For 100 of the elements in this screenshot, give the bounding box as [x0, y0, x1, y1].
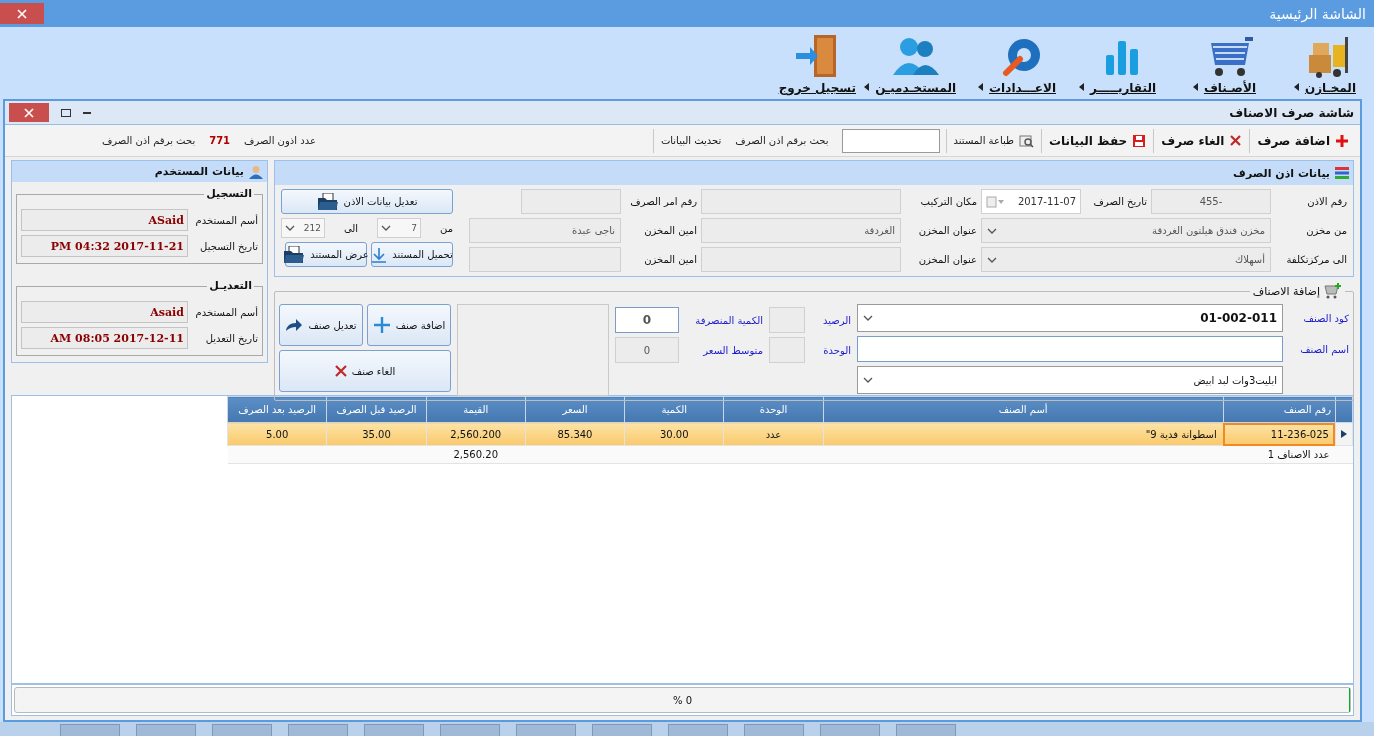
taskbar-button[interactable]: [592, 724, 652, 736]
item-name-field[interactable]: [857, 336, 1283, 362]
field-label: رقم امر الصرف: [629, 196, 697, 207]
column-header[interactable]: رقم الصنف: [1223, 396, 1336, 423]
close-button[interactable]: [0, 3, 44, 24]
column-header[interactable]: الوحدة: [723, 396, 824, 423]
group-title: التعديـل: [207, 279, 254, 292]
dropdown-field[interactable]: مخزن فندق هيلتون الغردقة: [981, 218, 1271, 243]
text-field[interactable]: [521, 189, 621, 214]
field-label: الكمية المنصرفة: [694, 314, 763, 326]
field-label: الرصيد: [821, 314, 851, 326]
text-field[interactable]: الغردقة: [701, 218, 901, 243]
toolbar-button[interactable]: طباعة المستند: [945, 128, 1041, 153]
field-label: أسم المستخدم: [194, 214, 258, 226]
field-label: الى مركزتكلفة: [1285, 254, 1347, 265]
taskbar-button[interactable]: [516, 724, 576, 736]
taskbar-button[interactable]: [896, 724, 956, 736]
taskbar-button[interactable]: [820, 724, 880, 736]
stacked-list-icon: [1335, 167, 1349, 179]
column-header[interactable]: القيمة: [426, 396, 526, 423]
column-header[interactable]: أسم الصنف: [823, 396, 1224, 423]
form-title: شاشة صرف الاصناف: [1229, 105, 1354, 120]
table-cell: 2,560.200: [426, 422, 526, 446]
toolbar-button[interactable]: تحديث البيانات: [652, 128, 729, 153]
cross-icon: [1229, 134, 1243, 147]
taskbar-button[interactable]: [60, 724, 120, 736]
window-title: الشاشة الرئيسية: [1269, 5, 1366, 22]
ribbon-button[interactable]: الاعـــدادات: [989, 33, 1056, 95]
user-icon: [249, 164, 263, 179]
close-button[interactable]: [9, 103, 49, 122]
chevron-down-icon: [987, 226, 997, 235]
field-label: تاريخ الصرف: [1092, 196, 1147, 207]
text-field[interactable]: [769, 307, 805, 333]
minimize-icon: [83, 111, 91, 114]
user-field[interactable]: AM 08:05 2017-12-11: [21, 327, 188, 349]
taskbar-button[interactable]: [440, 724, 500, 736]
item-code-dropdown[interactable]: 01-002-011: [857, 304, 1283, 332]
chevron-down-icon: [285, 224, 295, 232]
toolbar-button[interactable]: الغاء صرف: [1153, 128, 1250, 153]
taskbar-button[interactable]: [288, 724, 348, 736]
text-field[interactable]: ناجي عبدة: [469, 218, 621, 243]
taskbar-button[interactable]: [136, 724, 196, 736]
text-field[interactable]: [701, 189, 901, 214]
dropdown-field[interactable]: 212: [281, 218, 325, 238]
column-header[interactable]: الكمية: [624, 396, 724, 423]
cancel-item-button[interactable]: الغاء صنف: [279, 350, 451, 392]
progress-text: % 0: [673, 694, 693, 706]
panel-title: بيانات المستخدم: [154, 165, 244, 178]
column-header[interactable]: السعر: [525, 396, 625, 423]
field-label: متوسط السعر: [701, 344, 763, 356]
plus-icon: [372, 316, 391, 334]
text-field[interactable]: [701, 247, 901, 272]
ribbon-button[interactable]: التقاريـــــر: [1089, 33, 1156, 95]
search-field[interactable]: [841, 128, 940, 153]
table-cell: 35.00: [326, 422, 427, 446]
ribbon-button[interactable]: المستخـدميـن: [875, 33, 956, 95]
ribbon-button[interactable]: تسجيل خروج: [778, 33, 856, 95]
taskbar-button[interactable]: [744, 724, 804, 736]
download-icon: [371, 246, 388, 263]
table-cell: 11-236-025: [1223, 422, 1336, 446]
amount-field[interactable]: 0: [615, 337, 679, 363]
document-button[interactable]: تحميل المستند: [371, 242, 453, 267]
field-label: عنوان المخزن: [917, 254, 977, 265]
chevron-down-icon: [863, 314, 873, 322]
curved-arrow-icon: [285, 318, 304, 332]
taskbar-button[interactable]: [668, 724, 728, 736]
calendar-icon: [986, 195, 1004, 208]
toolbar-button[interactable]: اضافة صرف: [1249, 128, 1356, 153]
table-cell: 30.00: [624, 422, 724, 446]
cart-plus-icon: [1324, 283, 1342, 299]
document-button[interactable]: عرض المستند: [285, 242, 367, 267]
user-field[interactable]: ASaid: [21, 209, 188, 231]
amount-field[interactable]: 0: [615, 307, 679, 333]
user-field[interactable]: Asaid: [21, 301, 188, 323]
column-header[interactable]: الرصيد قبل الصرف: [326, 396, 427, 423]
group-title: التسجيل: [204, 187, 254, 200]
table-cell: عدد: [723, 422, 824, 446]
field-label: امين المخزن: [643, 225, 697, 236]
text-field[interactable]: [469, 247, 621, 272]
ribbon-button[interactable]: المخـازن: [1304, 33, 1356, 95]
chevron-down-icon: [381, 224, 392, 232]
text-field[interactable]: [769, 337, 805, 363]
user-field[interactable]: PM 04:32 2017-11-21: [21, 235, 188, 257]
text-field[interactable]: 455-: [1151, 189, 1271, 214]
toolbar-label: عدد اذون الصرف: [243, 135, 317, 146]
date-picker[interactable]: 2017-11-07: [981, 189, 1081, 214]
taskbar-button[interactable]: [212, 724, 272, 736]
toolbar-button[interactable]: حفظ البيانات: [1040, 128, 1154, 153]
printer-preview-icon: [1018, 133, 1034, 148]
taskbar-button[interactable]: [364, 724, 424, 736]
add-item-button[interactable]: اضافة صنف: [367, 304, 451, 346]
column-header[interactable]: الرصيد بعد الصرف: [227, 396, 327, 423]
item-description-dropdown[interactable]: ابليت3وات لبد ابيض: [857, 366, 1283, 394]
edit-voucher-button[interactable]: تعديل بيانات الاذن: [281, 189, 453, 214]
dropdown-field[interactable]: 7: [377, 218, 422, 238]
ribbon-button[interactable]: الأصـناف: [1203, 33, 1256, 95]
edit-item-button[interactable]: تعديل صنف: [279, 304, 363, 346]
field-label: كود الصنف: [1302, 312, 1349, 324]
field-label: مكان التركيب: [919, 196, 977, 207]
dropdown-field[interactable]: أسهلاك: [981, 247, 1271, 272]
